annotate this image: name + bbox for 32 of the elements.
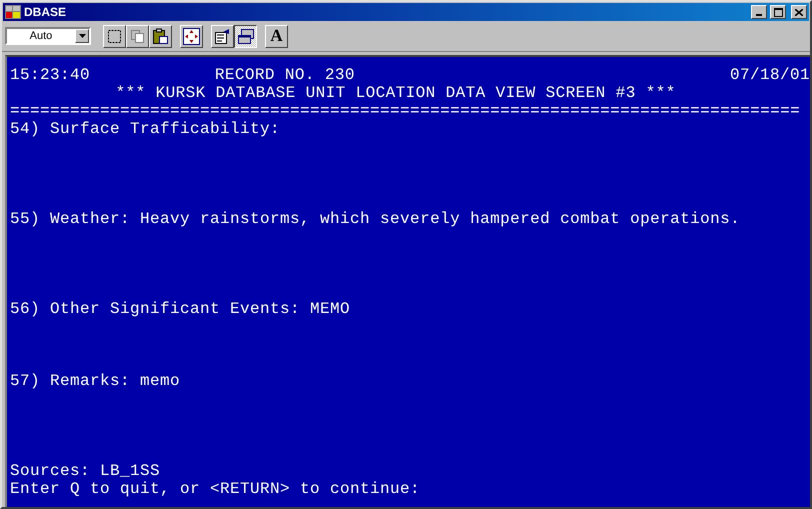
app-icon — [5, 5, 21, 19]
maximize-button[interactable] — [770, 5, 786, 19]
font-size-dropdown[interactable]: Auto — [5, 27, 91, 45]
field-text: 57) Remarks: memo — [10, 372, 180, 390]
sources-text: Sources: LB_1SS — [10, 462, 160, 480]
field-text: 56) Other Significant Events: MEMO — [10, 300, 350, 318]
fullscreen-icon — [183, 28, 200, 44]
clock-time: 15:23:40 — [10, 66, 90, 84]
properties-icon — [214, 28, 232, 44]
prompt-text: Enter Q to quit, or <RETURN> to continue: — [10, 480, 420, 498]
maximize-icon — [774, 8, 782, 16]
close-icon — [795, 8, 803, 16]
screen-heading: *** KURSK DATABASE UNIT LOCATION DATA VIEW SCREEN #3 *** — [116, 84, 676, 102]
date-text: 07/18/01 — [730, 66, 810, 84]
close-button[interactable] — [791, 5, 807, 19]
window-title: DBASE — [24, 5, 68, 19]
fullscreen-button[interactable] — [180, 24, 203, 48]
field-text: 55) Weather: Heavy rainstorms, which severely hampered combat operations. — [10, 210, 740, 228]
copy-icon — [130, 28, 145, 44]
copy-button[interactable] — [126, 24, 149, 48]
record-number: RECORD NO. 230 — [214, 66, 355, 84]
properties-button[interactable] — [211, 24, 234, 48]
minimize-button[interactable] — [751, 5, 767, 19]
separator-line: =============================================================================== — [10, 102, 800, 120]
dropdown-arrow-icon — [78, 34, 86, 38]
font-button[interactable]: A — [265, 24, 288, 48]
windows-icon — [236, 28, 254, 44]
clipboard-icon — [152, 28, 169, 44]
mark-button[interactable] — [103, 24, 126, 48]
paste-button[interactable] — [149, 24, 172, 48]
selection-icon — [107, 28, 122, 44]
field-text: 54) Surface Trafficability: — [10, 120, 280, 138]
